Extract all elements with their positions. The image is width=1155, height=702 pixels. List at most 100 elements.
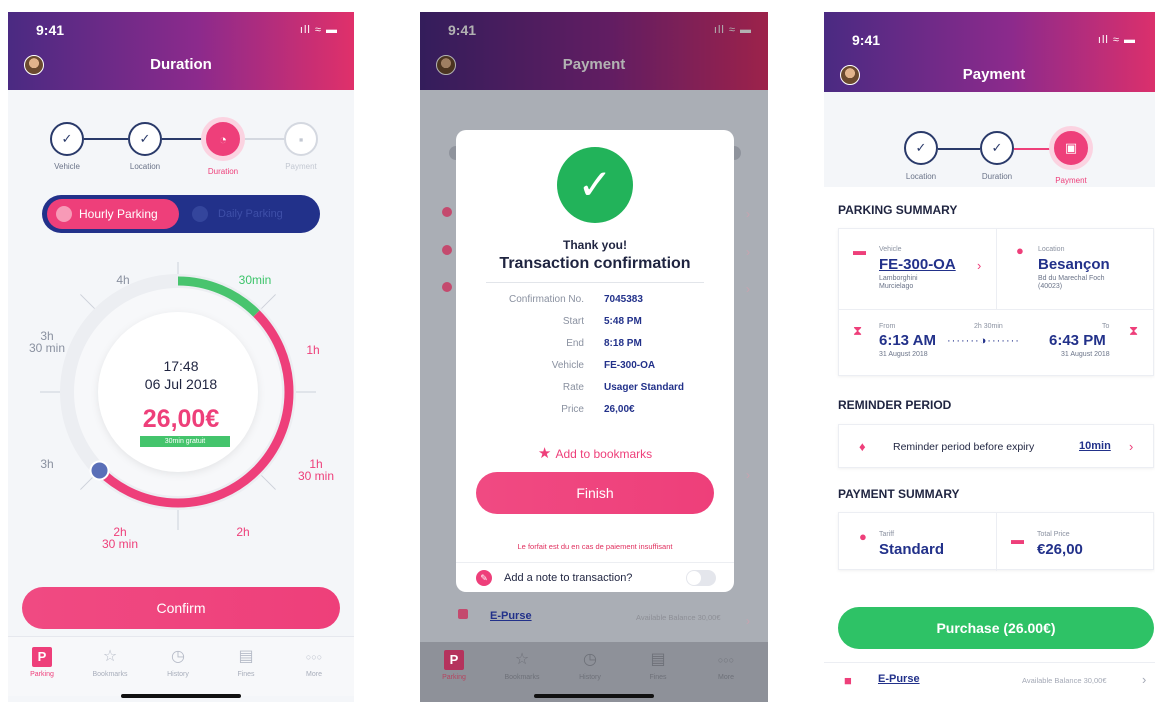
dial-label-30min: 30min xyxy=(238,273,272,287)
tariff-key: Tariff xyxy=(879,531,895,538)
tab-bookmarks[interactable]: ☆ Bookmarks xyxy=(80,647,140,678)
tab-history[interactable]: ◷ History xyxy=(148,647,208,678)
car-icon: ▬ xyxy=(853,243,866,258)
step-payment-icon[interactable]: ▣ xyxy=(1054,131,1088,165)
bg-car-icon xyxy=(442,207,452,217)
dial-label-4h: 4h xyxy=(116,273,130,287)
clock-icon: ◷ xyxy=(583,651,597,668)
epurse-link[interactable]: E-Purse xyxy=(878,673,920,685)
add-note-row[interactable]: ✎ Add a note to transaction? xyxy=(456,562,734,592)
dial-tick xyxy=(80,294,95,309)
status-time: 9:41 xyxy=(36,22,65,38)
header: 9:41 ıll ≈ ▬ Payment xyxy=(824,12,1155,92)
reminder-text: Reminder period before expiry xyxy=(893,441,1035,453)
reminder-row[interactable]: ♦ Reminder period before expiry 10min › xyxy=(838,424,1154,468)
parking-icon: P xyxy=(32,647,52,667)
price-value: 26,00€ xyxy=(142,405,220,433)
dial-label-3h: 3h xyxy=(40,457,54,471)
tab-parking[interactable]: P Parking xyxy=(12,647,72,678)
total-key: Total Price xyxy=(1037,531,1070,538)
payment-summary-heading: PAYMENT SUMMARY xyxy=(838,487,960,501)
pencil-icon: ✎ xyxy=(476,570,492,586)
step-payment-icon: ▪ xyxy=(284,122,318,156)
step-location-icon[interactable]: ✓ xyxy=(128,122,162,156)
step-label-vehicle: Vehicle xyxy=(54,162,80,171)
epurse-balance: Available Balance 30,00€ xyxy=(1022,676,1107,685)
to-key: To xyxy=(1102,323,1110,330)
finish-button[interactable]: Finish xyxy=(476,472,714,514)
dial-tick xyxy=(80,475,95,490)
add-bookmark-link[interactable]: ★ Add to bookmarks xyxy=(456,444,734,462)
free-badge: 30min gratuit xyxy=(140,436,230,447)
status-time: 9:41 xyxy=(852,32,881,48)
purchase-button[interactable]: Purchase (26.00€) xyxy=(838,607,1154,649)
status-icons: ıll ≈ ▬ xyxy=(1097,34,1136,46)
page-title: Payment xyxy=(562,56,626,73)
step-label-payment: Payment xyxy=(285,162,317,171)
star-icon: ☆ xyxy=(102,648,118,665)
dial-label-2h: 2h xyxy=(236,525,250,539)
location-pin-icon: ● xyxy=(1016,243,1024,258)
payment-screen: 9:41 ıll ≈ ▬ Payment ✓ ✓ ▣ Location Dura… xyxy=(824,12,1155,702)
step-label-duration: Duration xyxy=(981,172,1013,181)
bg-chevron-icon: › xyxy=(746,245,750,259)
bg-chevron-icon: › xyxy=(746,207,750,221)
star-icon: ☆ xyxy=(514,651,530,668)
add-note-toggle[interactable] xyxy=(686,570,716,586)
tariff-value: Standard xyxy=(879,541,945,558)
vehicle-plate-link[interactable]: FE-300-OA xyxy=(879,256,956,273)
header: 9:41 ıll ≈ ▬ Duration xyxy=(8,12,354,90)
confirm-button[interactable]: Confirm xyxy=(22,587,340,629)
location-code: (40023) xyxy=(1038,283,1063,290)
dial-label-3h30: 3h 30 min xyxy=(28,329,66,355)
parking-summary-card: ▬ Vehicle FE-300-OA › Lamborghini Murcie… xyxy=(838,228,1154,376)
chevron-right-icon[interactable]: › xyxy=(1142,673,1146,686)
location-city: Besançon xyxy=(1038,256,1110,273)
thank-you-text: Thank you! xyxy=(562,238,627,252)
end-date: 06 Jul 2018 xyxy=(144,376,218,392)
hourglass-start-icon: ⧗ xyxy=(853,323,863,338)
step-label-location: Location xyxy=(129,162,161,171)
parking-mode-toggle[interactable]: Hourly Parking Daily Parking xyxy=(42,195,320,233)
duration-dots: ·······◑······· xyxy=(947,335,1020,347)
reminder-value[interactable]: 10min xyxy=(1079,440,1111,452)
confirmation-screen: 9:41 ıll ≈ ▬ Payment › › › › › E-Purse A… xyxy=(420,12,768,702)
tab-parking: P Parking xyxy=(442,650,466,681)
home-indicator xyxy=(534,694,654,698)
modal-title: Transaction confirmation xyxy=(499,255,691,272)
payment-summary-card: ● Tariff Standard ▬ Total Price €26,00 xyxy=(838,512,1154,571)
vehicle-model: Murcielago xyxy=(879,283,914,290)
daily-parking-option[interactable]: Daily Parking xyxy=(192,199,283,229)
hourly-parking-option[interactable]: Hourly Parking xyxy=(47,199,179,229)
to-date: 31 August 2018 xyxy=(1061,351,1110,358)
chevron-right-icon[interactable]: › xyxy=(1129,440,1133,453)
more-icon: ○○○ xyxy=(717,655,735,665)
chevron-right-icon[interactable]: › xyxy=(977,259,981,272)
purse-icon: ■ xyxy=(844,673,852,688)
dial-handle[interactable] xyxy=(89,460,110,481)
step-location-icon[interactable]: ✓ xyxy=(904,131,938,165)
total-value: €26,00 xyxy=(1037,541,1083,558)
payment-footnote: Le forfait est du en cas de paiement ins… xyxy=(517,542,673,551)
step-label-location: Location xyxy=(905,172,937,181)
tab-fines[interactable]: ▤ Fines xyxy=(216,647,276,678)
tab-more[interactable]: ○○○ More xyxy=(284,647,344,678)
dial-tick xyxy=(261,294,276,309)
tab-bar: P Parking ☆ Bookmarks ◷ History ▤ Fines ○○○ M… xyxy=(8,636,354,696)
bg-purse-icon xyxy=(458,609,468,619)
step-label-duration: Duration xyxy=(207,167,239,176)
tab-history: ◷ History xyxy=(579,651,601,681)
step-duration-icon[interactable]: ✓ xyxy=(980,131,1014,165)
bg-user-icon xyxy=(442,282,452,292)
step-label-payment: Payment xyxy=(1055,176,1087,185)
dial-label-1h: 1h xyxy=(306,343,320,357)
status-time: 9:41 xyxy=(448,22,477,38)
tab-bookmarks: ☆ Bookmarks xyxy=(504,651,540,681)
header: 9:41 ıll ≈ ▬ Payment xyxy=(420,12,768,90)
step-duration-icon[interactable]: ◔ xyxy=(206,122,240,156)
step-vehicle-icon[interactable]: ✓ xyxy=(50,122,84,156)
clock-icon: ◷ xyxy=(171,648,185,665)
from-date: 31 August 2018 xyxy=(879,351,928,358)
tab-fines: ▤ Fines xyxy=(649,651,667,681)
dial-label-1h30: 1h 30 min xyxy=(297,457,335,483)
